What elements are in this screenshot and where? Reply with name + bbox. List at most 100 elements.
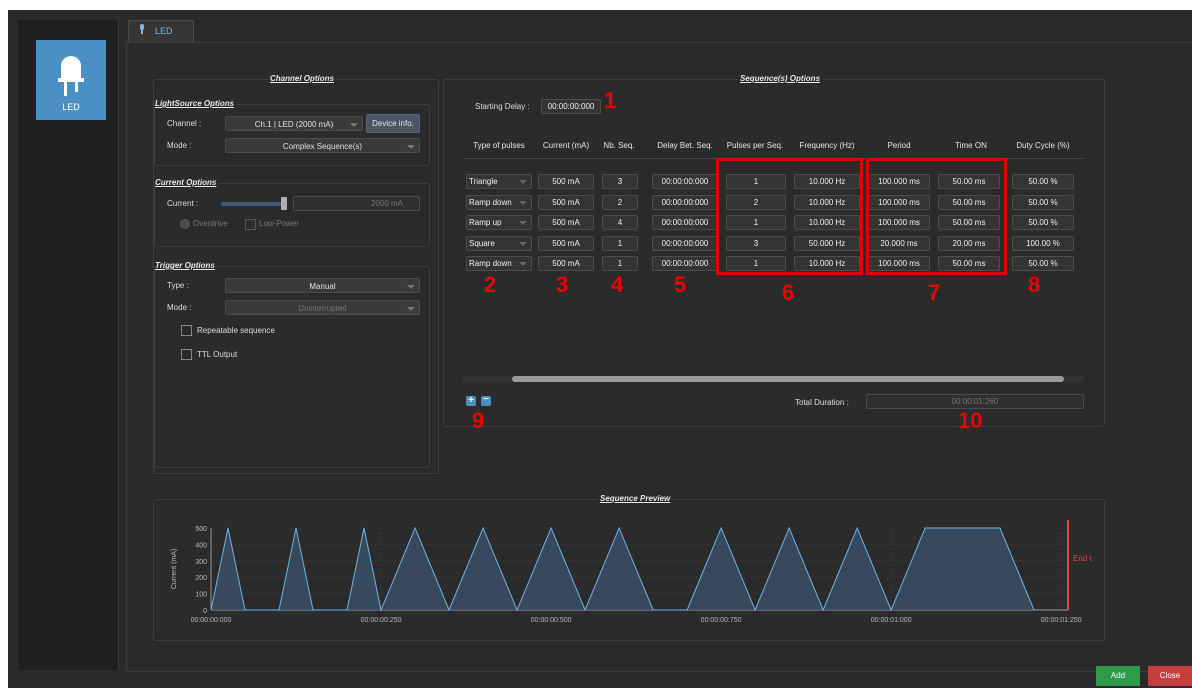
y-axis-label: Current (mA) [171,549,178,589]
col-header-pulses[interactable]: Pulses per Seq. [722,141,788,150]
cell-delay[interactable]: 00:00:00:000 [652,235,718,251]
trigger-mode-label: Mode : [167,303,192,312]
tab-led[interactable]: LED [128,20,194,43]
sequence-preview-chart: 500 400 300 200 100 0 00:00:00:000 00:00:00:250… [171,520,1092,624]
device-sidebar: LED [18,20,119,670]
current-spinbox-value: 2000 mA [370,199,403,208]
trigger-mode-select[interactable]: Uninterrupted [225,300,420,315]
ttl-output-checkbox[interactable] [181,349,192,360]
cell-nb-seq[interactable]: 3 [602,174,638,189]
tab-label: LED [155,26,173,36]
cell-type-value: Square [469,238,495,248]
cell-delay[interactable]: 00:00:00:000 [652,194,718,210]
cell-delay[interactable]: 00:00:00:000 [652,174,718,189]
col-header-time-on[interactable]: Time ON [938,141,1004,150]
cell-duty-cycle[interactable]: 100.00 % [1012,235,1074,251]
sequence-preview-group: Sequence Preview 500 400 300 200 100 0 00:00:0… [153,494,1105,641]
cell-type[interactable]: Ramp up [466,215,532,230]
cell-duty-cycle-value: 100.00 % [1026,238,1060,248]
y-tick-label: 400 [195,542,207,549]
annotation-box-7 [866,158,1007,275]
cell-nb-seq[interactable]: 1 [602,256,638,271]
x-tick-label: 00:00:01:250 [1041,617,1082,624]
trigger-type-value: Manual [309,282,336,291]
cell-type[interactable]: Ramp down [466,194,532,210]
scrollbar-thumb[interactable] [512,376,1064,382]
sequence-preview-title: Sequence Preview [598,494,673,503]
cell-nb-seq-value: 2 [617,197,623,207]
chevron-down-icon [519,262,527,266]
add-sequence-icon[interactable]: + [466,396,476,406]
close-button[interactable]: Close [1148,666,1192,686]
cell-delay-value: 00:00:00:000 [661,238,709,248]
cell-type[interactable]: Triangle [466,174,532,189]
col-header-type[interactable]: Type of pulses [466,141,532,150]
current-spinbox[interactable]: 2000 mA [293,196,420,211]
cell-nb-seq[interactable]: 2 [602,194,638,210]
trigger-type-select[interactable]: Manual [225,278,420,293]
cell-delay[interactable]: 00:00:00:000 [652,215,718,230]
add-button[interactable]: Add [1096,666,1140,686]
main-content: Channel Options LightSource Options Chan… [126,42,1192,672]
col-header-delay[interactable]: Delay Bet. Seq. [652,141,718,150]
remove-sequence-icon[interactable]: − [481,395,491,406]
cell-duty-cycle[interactable]: 50.00 % [1012,194,1074,210]
channel-select[interactable]: Ch.1 | LED (2000 mA) [225,116,363,131]
col-header-current[interactable]: Current (mA) [538,141,594,150]
repeatable-checkbox[interactable] [181,325,192,336]
cell-delay[interactable]: 00:00:00:000 [652,256,718,271]
cell-nb-seq-value: 3 [617,177,623,186]
table-horizontal-scrollbar[interactable] [462,376,1084,382]
cell-nb-seq[interactable]: 4 [602,215,638,230]
starting-delay-label: Starting Delay : [475,102,530,111]
col-header-period[interactable]: Period [868,141,930,150]
cell-type[interactable]: Square [466,235,532,251]
lowpower-checkbox[interactable] [245,219,256,230]
y-tick-label: 200 [195,575,207,582]
cell-current-value: 500 mA [552,177,580,186]
annotation-3: 3 [556,272,569,297]
overdrive-radio[interactable] [180,219,190,229]
trigger-mode-value: Uninterrupted [298,304,347,313]
cell-duty-cycle[interactable]: 50.00 % [1012,215,1074,230]
device-tile-led[interactable]: LED [36,40,106,120]
annotation-9: 9 [472,408,485,433]
lightsource-mode-select[interactable]: Complex Sequence(s) [225,138,420,153]
starting-delay-input[interactable]: 00:00:00:000 [541,99,601,114]
chevron-down-icon [519,200,527,205]
cell-delay-value: 00:00:00:000 [661,218,709,227]
lightsource-title: LightSource Options [155,99,237,108]
cell-duty-cycle[interactable]: 50.00 % [1012,256,1074,271]
chevron-down-icon [519,180,527,184]
annotation-2: 2 [484,272,497,297]
cell-current[interactable]: 500 mA [538,194,594,210]
cell-nb-seq[interactable]: 1 [602,235,638,251]
trigger-options-title: Trigger Options [155,261,217,270]
col-header-duty-cycle[interactable]: Duty Cycle (%) [1006,141,1080,150]
cell-duty-cycle[interactable]: 50.00 % [1012,174,1074,189]
ttl-output-label: TTL Output [197,350,238,359]
device-tile-label: LED [62,102,80,112]
chevron-down-icon [407,285,415,289]
chevron-down-icon [407,307,415,311]
annotation-8: 8 [1028,272,1041,297]
led-icon [58,56,84,96]
cell-current[interactable]: 500 mA [538,235,594,251]
cell-current[interactable]: 500 mA [538,174,594,189]
current-slider-handle[interactable] [281,197,287,210]
cell-current-value: 500 mA [552,218,580,227]
cell-current[interactable]: 500 mA [538,256,594,271]
current-slider-track[interactable] [221,202,283,206]
col-header-frequency[interactable]: Frequency (Hz) [794,141,860,150]
channel-label: Channel : [167,119,202,128]
channel-options-group: Channel Options LightSource Options Chan… [153,74,439,474]
y-tick-label: 500 [195,526,207,533]
cell-current[interactable]: 500 mA [538,215,594,230]
current-label: Current : [167,199,199,208]
cell-nb-seq-value: 1 [617,238,623,248]
annotation-box-6 [716,158,863,275]
device-info-button[interactable]: Device info. [366,114,420,133]
cell-type[interactable]: Ramp down [466,256,532,271]
col-header-nb-seq[interactable]: Nb. Seq. [598,141,640,150]
annotation-10: 10 [958,408,983,433]
